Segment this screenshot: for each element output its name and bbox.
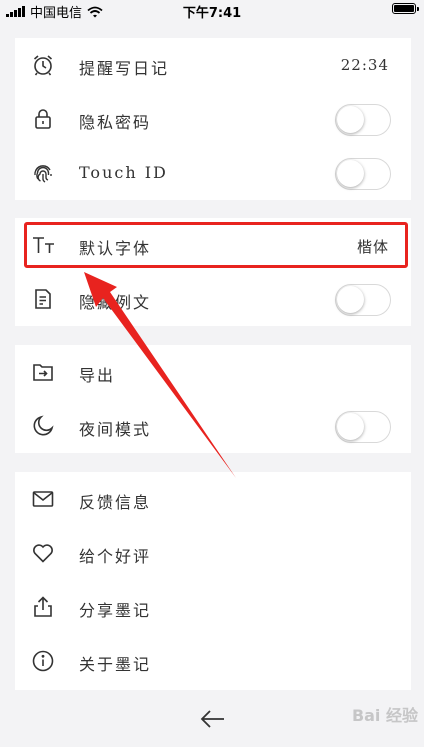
annotation-arrow: [84, 272, 236, 478]
back-arrow-icon[interactable]: [199, 705, 227, 733]
watermark: Bai 经验: [351, 706, 418, 725]
